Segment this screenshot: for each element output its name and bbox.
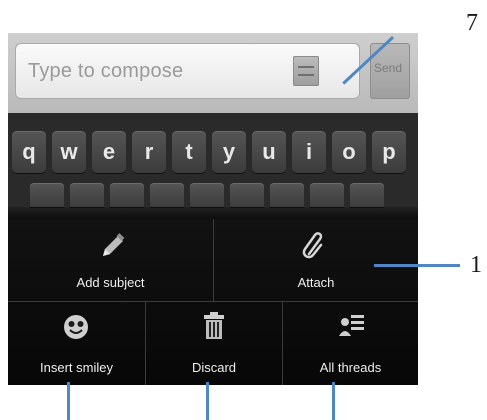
menu-item-add-subject[interactable]: Add subject — [8, 219, 213, 301]
menu-item-all-threads[interactable]: All threads — [283, 302, 418, 385]
menu-item-label: Discard — [191, 360, 237, 375]
menu-item-attach[interactable]: Attach — [214, 219, 418, 301]
threads-icon — [339, 315, 364, 336]
menu-item-insert-smiley[interactable]: Insert smiley — [8, 302, 145, 385]
options-menu: Add subject Attach Insert smiley Discard… — [8, 219, 418, 385]
key-partial[interactable] — [270, 183, 304, 207]
menu-item-label: Add subject — [76, 275, 145, 290]
key-w[interactable]: w — [52, 131, 86, 173]
callout-number-attach: 1 — [470, 252, 482, 278]
key-r[interactable]: r — [132, 131, 166, 173]
key-e[interactable]: e — [92, 131, 126, 173]
pencil-icon — [103, 233, 125, 256]
key-partial[interactable] — [230, 183, 264, 207]
send-button-label: Send — [374, 61, 403, 75]
key-p[interactable]: p — [372, 131, 406, 173]
messaging-screen: Type to compose Send q w e r t y u i o p — [8, 33, 418, 385]
key-t[interactable]: t — [172, 131, 206, 173]
trash-icon — [204, 312, 224, 339]
callout-line-discard — [206, 382, 209, 420]
key-partial[interactable] — [30, 183, 64, 207]
callout-number-send: 7 — [466, 10, 478, 36]
key-partial[interactable] — [150, 183, 184, 207]
key-partial[interactable] — [310, 183, 344, 207]
compose-input[interactable]: Type to compose — [15, 43, 360, 99]
callout-line-all-threads — [332, 382, 335, 420]
key-partial[interactable] — [350, 183, 384, 207]
keyboard-row-partial — [8, 183, 418, 207]
menu-item-label: Insert smiley — [40, 360, 113, 375]
key-o[interactable]: o — [332, 131, 366, 173]
smiley-icon — [64, 315, 88, 339]
on-screen-keyboard: q w e r t y u i o p — [8, 113, 418, 219]
key-y[interactable]: y — [212, 131, 246, 173]
key-i[interactable]: i — [292, 131, 326, 173]
compose-placeholder: Type to compose — [28, 60, 184, 82]
menu-item-discard[interactable]: Discard — [146, 302, 282, 385]
key-partial[interactable] — [110, 183, 144, 207]
menu-item-label: All threads — [319, 360, 382, 375]
key-partial[interactable] — [70, 183, 104, 207]
key-q[interactable]: q — [12, 131, 46, 173]
key-partial[interactable] — [190, 183, 224, 207]
keyboard-row-qwerty: q w e r t y u i o p — [8, 131, 418, 173]
template-icon[interactable] — [293, 56, 319, 86]
callout-line-attach — [374, 264, 460, 267]
menu-item-label: Attach — [297, 275, 335, 290]
key-u[interactable]: u — [252, 131, 286, 173]
paperclip-icon — [302, 232, 323, 259]
keyboard-shadow — [8, 207, 418, 219]
callout-line-insert-smiley — [67, 382, 70, 420]
